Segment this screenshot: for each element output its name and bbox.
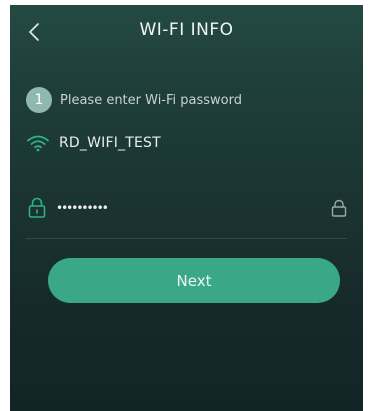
password-field[interactable]: •••••••••• [26,197,347,223]
header: WI-FI INFO [10,5,363,61]
divider [26,238,347,239]
next-button[interactable]: Next [48,258,340,303]
lock-icon [28,197,46,218]
password-hint: 1 Please enter Wi-Fi password [26,86,242,114]
hint-text: Please enter Wi-Fi password [60,92,242,108]
wifi-icon [27,135,49,152]
step-badge: 1 [26,87,52,113]
page-title: WI-FI INFO [139,20,234,40]
network-row: RD_WIFI_TEST [26,131,161,155]
password-input[interactable]: •••••••••• [56,199,109,217]
lock-icon[interactable] [331,199,347,217]
wifi-info-screen: WI-FI INFO 1 Please enter Wi-Fi password… [10,5,363,411]
network-ssid: RD_WIFI_TEST [59,135,161,151]
